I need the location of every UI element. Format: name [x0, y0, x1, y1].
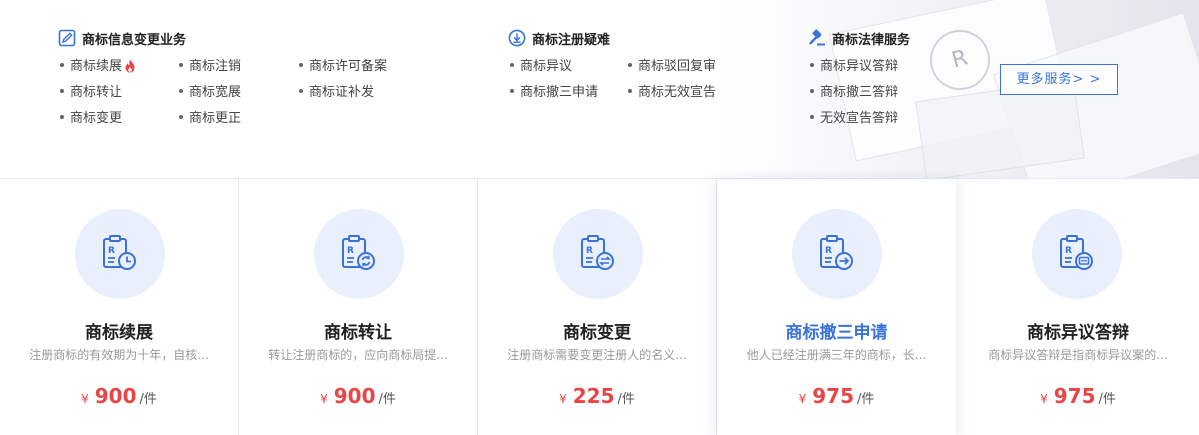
card-title: 商标续展 — [85, 323, 153, 343]
service-card-non-use-cancellation[interactable]: R 商标撤三申请 他人已经注册满三年的商标，长... ¥975/件 — [717, 179, 956, 435]
price-value: 225 — [572, 384, 615, 408]
group-title: 商标注册疑难 — [508, 28, 610, 48]
service-card-opposition-reply[interactable]: R 商标异议答辩 商标异议答辩是指商标异议案的... ¥975/件 — [957, 179, 1199, 435]
edit-icon — [58, 29, 76, 47]
fire-icon — [125, 59, 135, 72]
group-title: 商标信息变更业务 — [58, 28, 186, 48]
icon-circle: R — [792, 209, 882, 299]
group-title: 商标法律服务 — [808, 28, 910, 48]
card-description: 转让注册商标的，应向商标局提... — [268, 348, 448, 362]
revoke-arrow-icon: R — [820, 235, 853, 270]
renew-clock-icon: R — [103, 235, 136, 270]
card-title: 商标转让 — [324, 323, 392, 343]
card-description: 注册商标需要变更注册人的名义... — [507, 348, 687, 362]
card-description: 注册商标的有效期为十年，自核... — [29, 348, 209, 362]
icon-circle: R — [1032, 209, 1122, 299]
currency-symbol: ¥ — [1040, 392, 1048, 406]
icon-circle: R — [75, 209, 165, 299]
link-non-use-reply[interactable]: 商标撤三答辩 — [810, 84, 898, 102]
link-opposition-reply[interactable]: 商标异议答辩 — [810, 58, 898, 76]
svg-text:R: R — [586, 246, 593, 256]
service-card-transfer[interactable]: R 商标转让 转让注册商标的，应向商标局提... ¥900/件 — [239, 179, 478, 435]
link-rejection-review[interactable]: 商标驳回复审 — [628, 58, 716, 76]
gavel-icon — [809, 29, 825, 46]
svg-text:R: R — [1065, 246, 1072, 256]
card-title: 商标撤三申请 — [785, 323, 888, 343]
card-price: ¥975/件 — [957, 384, 1199, 408]
price-unit: /件 — [857, 392, 875, 407]
more-services-button[interactable]: 更多服务> > — [1000, 64, 1118, 95]
card-title: 商标异议答辩 — [1027, 323, 1129, 343]
transfer-cycle-icon: R — [342, 235, 375, 270]
svg-text:R: R — [108, 246, 115, 256]
service-card-row: R 商标续展 注册商标的有效期为十年，自核... ¥900/件 R 商标转让 转… — [0, 178, 1199, 435]
price-unit: /件 — [617, 392, 635, 407]
icon-circle: R — [314, 209, 404, 299]
currency-symbol: ¥ — [559, 392, 567, 406]
link-license-filing[interactable]: 商标许可备案 — [299, 58, 387, 76]
link-trademark-renewal[interactable]: 商标续展 — [60, 58, 136, 76]
service-card-renewal[interactable]: R 商标续展 注册商标的有效期为十年，自核... ¥900/件 — [0, 179, 239, 435]
currency-symbol: ¥ — [798, 392, 807, 406]
icon-circle: R — [553, 209, 643, 299]
link-invalidation[interactable]: 商标无效宣告 — [628, 84, 716, 102]
price-unit: /件 — [1098, 392, 1116, 407]
link-grace-renewal[interactable]: 商标宽展 — [179, 84, 241, 102]
link-trademark-correction[interactable]: 商标更正 — [179, 110, 241, 128]
card-price: ¥975/件 — [717, 384, 956, 408]
price-value: 900 — [94, 384, 137, 408]
card-price: ¥900/件 — [0, 384, 238, 408]
svg-text:R: R — [347, 246, 354, 256]
reply-chat-icon: R — [1060, 235, 1093, 270]
card-price: ¥900/件 — [239, 384, 477, 408]
price-value: 900 — [333, 384, 376, 408]
link-trademark-cancellation[interactable]: 商标注销 — [179, 58, 241, 76]
background-photo: R — [720, 0, 1199, 178]
currency-symbol: ¥ — [320, 392, 328, 406]
card-title: 商标变更 — [563, 323, 631, 343]
svg-text:R: R — [825, 246, 832, 256]
group-registration-issues: 商标注册疑难 商标异议 商标驳回复审 商标撤三申请 商标无效宣告 — [508, 28, 716, 100]
card-price: ¥225/件 — [478, 384, 716, 408]
link-invalidation-reply[interactable]: 无效宣告答辩 — [810, 110, 898, 128]
service-menu-panel: R 商标信息变更业务 商标续展 商标注销 商标许可备案 商标转让 商标宽展 商标… — [0, 0, 1199, 178]
group-legal-services: 商标法律服务 商标异议答辩 商标撤三答辩 无效宣告答辩 — [808, 28, 910, 126]
change-arrows-icon: R — [581, 235, 614, 270]
card-description: 商标异议答辩是指商标异议案的... — [988, 348, 1168, 362]
price-value: 975 — [1053, 384, 1096, 408]
card-description: 他人已经注册满三年的商标，长... — [746, 348, 927, 362]
price-value: 975 — [812, 384, 854, 408]
link-trademark-transfer[interactable]: 商标转让 — [60, 84, 122, 102]
link-non-use-cancellation[interactable]: 商标撤三申请 — [510, 84, 598, 102]
group-trademark-info-change: 商标信息变更业务 商标续展 商标注销 商标许可备案 商标转让 商标宽展 商标证补… — [58, 28, 387, 126]
link-opposition[interactable]: 商标异议 — [510, 58, 572, 76]
download-icon — [508, 29, 526, 47]
link-trademark-change[interactable]: 商标变更 — [60, 110, 122, 128]
link-certificate-reissue[interactable]: 商标证补发 — [299, 84, 374, 102]
service-card-change[interactable]: R 商标变更 注册商标需要变更注册人的名义... ¥225/件 — [478, 179, 717, 435]
currency-symbol: ¥ — [81, 392, 89, 406]
price-unit: /件 — [378, 392, 396, 407]
price-unit: /件 — [139, 392, 157, 407]
